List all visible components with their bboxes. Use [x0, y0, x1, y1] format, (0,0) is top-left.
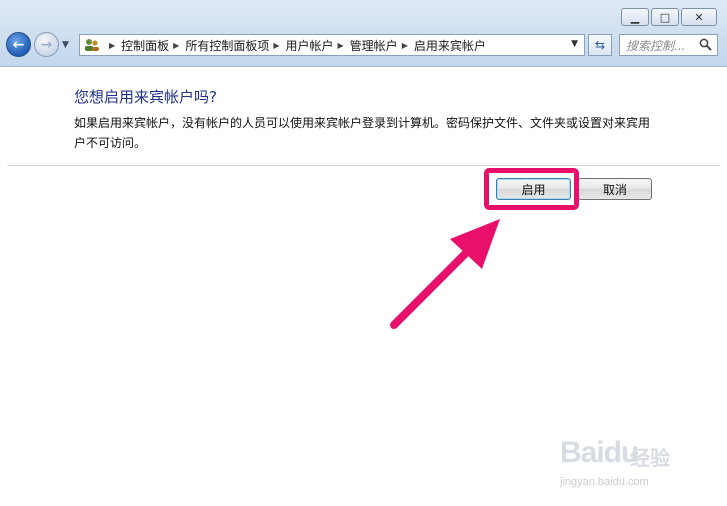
- recent-pages-dropdown[interactable]: ▼: [62, 40, 69, 50]
- enable-button-highlight: [484, 168, 579, 210]
- caption-buttons: ▁ □ ✕: [621, 8, 717, 26]
- watermark-brand: Baidu: [560, 436, 639, 469]
- breadcrumb-control-panel[interactable]: 控制面板: [121, 37, 169, 54]
- forward-arrow-icon: →: [40, 36, 53, 53]
- back-arrow-icon: ←: [12, 36, 25, 53]
- pointer-arrow-icon: [390, 219, 500, 329]
- breadcrumb-separator-icon[interactable]: ▶: [338, 41, 344, 50]
- chevron-down-icon: ▼: [62, 39, 69, 50]
- maximize-button[interactable]: □: [651, 8, 679, 26]
- search-box[interactable]: 搜索控制...: [619, 34, 718, 56]
- breadcrumb-separator-icon[interactable]: ▶: [173, 41, 179, 50]
- watermark-url: jingyan.baidu.com: [560, 476, 649, 488]
- divider: [7, 165, 720, 166]
- back-button[interactable]: ←: [6, 32, 31, 57]
- navigation-buttons: ← → ▼: [6, 32, 69, 57]
- refresh-button[interactable]: ⇆: [588, 34, 612, 56]
- breadcrumb-enable-guest[interactable]: 启用来宾帐户: [414, 37, 486, 54]
- breadcrumb-separator-icon[interactable]: ▶: [109, 41, 115, 50]
- breadcrumb-user-accounts[interactable]: 用户帐户: [286, 37, 334, 54]
- page-description: 如果启用来宾帐户，没有帐户的人员可以使用来宾帐户登录到计算机。密码保护文件、文件…: [74, 116, 651, 150]
- breadcrumb-separator-icon[interactable]: ▶: [273, 41, 279, 50]
- address-bar[interactable]: ▶ 控制面板 ▶ 所有控制面板项 ▶ 用户帐户 ▶ 管理帐户 ▶ 启用来宾帐户 …: [79, 34, 585, 56]
- watermark-service: 经验: [630, 448, 670, 470]
- baidu-watermark: Baidu 经验 jingyan.baidu.com: [560, 428, 720, 498]
- search-placeholder: 搜索控制...: [626, 38, 686, 53]
- breadcrumb-separator-icon[interactable]: ▶: [402, 41, 408, 50]
- search-icon[interactable]: [699, 38, 712, 54]
- page-title: 您想启用来宾帐户吗?: [74, 88, 217, 106]
- minimize-button[interactable]: ▁: [621, 8, 649, 26]
- window-chrome: ▁ □ ✕ ← → ▼ ▶ 控制面板 ▶ 所有控制面板项 ▶ 用户帐户 ▶ 管理…: [0, 0, 727, 67]
- forward-button[interactable]: →: [34, 32, 59, 57]
- users-icon: [83, 37, 101, 53]
- address-history-dropdown[interactable]: ▼: [571, 39, 578, 49]
- breadcrumb-manage-accounts[interactable]: 管理帐户: [350, 37, 398, 54]
- cancel-button[interactable]: 取消: [578, 178, 652, 200]
- breadcrumb-all-items[interactable]: 所有控制面板项: [185, 37, 269, 54]
- refresh-icon: ⇆: [594, 38, 606, 52]
- close-button[interactable]: ✕: [681, 8, 717, 26]
